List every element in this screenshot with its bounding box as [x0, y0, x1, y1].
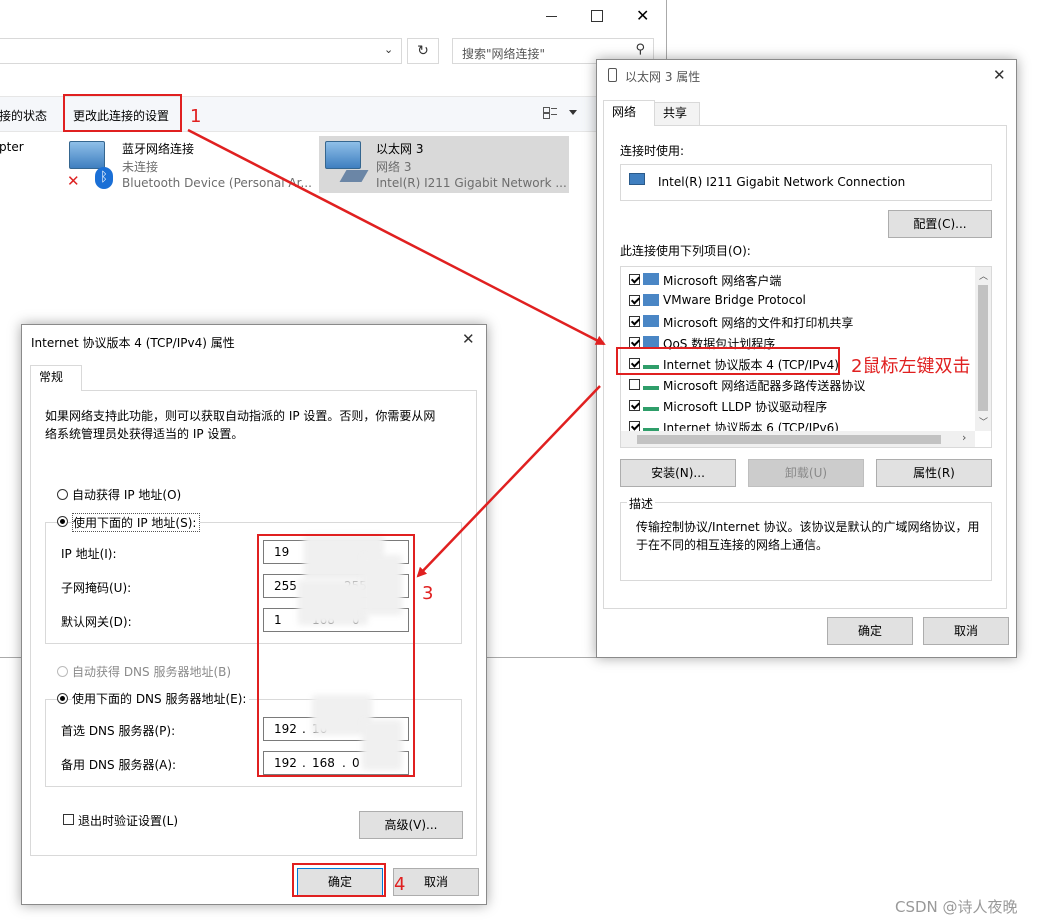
tab-label: 常规 — [39, 370, 64, 384]
watermark: CSDN @诗人夜晚 — [895, 898, 1018, 916]
tab-label: 网络 — [612, 105, 637, 119]
tab-network[interactable]: 网络 — [603, 100, 655, 126]
arrow-to-ipv4-item — [187, 128, 606, 346]
arrow-to-ip-fields — [416, 385, 601, 578]
annotation-arrows — [187, 128, 606, 578]
tab-general[interactable]: 常规 — [30, 365, 82, 391]
